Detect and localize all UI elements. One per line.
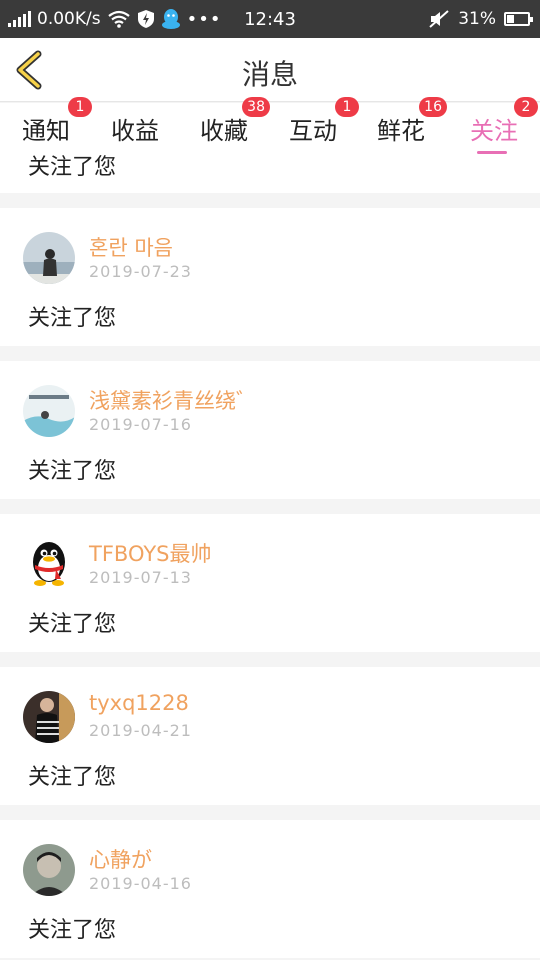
user-name[interactable]: 혼란 마음 [89,232,173,262]
follow-date: 2019-04-21 [89,721,192,740]
avatar[interactable] [23,385,75,437]
user-name[interactable]: 心静が [89,844,152,874]
tab-label: 关注 [470,117,518,145]
tab-earnings[interactable]: 收益 [111,111,159,146]
message-text: 关注了您 [28,306,117,331]
tab-follows[interactable]: 关注 2 [470,97,538,146]
follow-date: 2019-07-13 [89,568,192,587]
avatar[interactable] [23,232,75,284]
tab-label: 互动 [289,117,337,145]
user-name[interactable]: TFBOYS最帅 [89,538,211,568]
mute-icon [429,10,449,28]
avatar[interactable] [23,538,75,590]
user-name[interactable]: 浅黛素衫青丝绕゛ [89,385,257,415]
avatar[interactable] [23,691,75,743]
list-item[interactable]: 浅黛素衫青丝绕゛ 2019-07-16 关注了您 [0,361,540,499]
list-item[interactable]: TFBOYS最帅 2019-07-13 关注了您 [0,514,540,652]
tab-bar: 通知 1 收益 收藏 38 互动 1 鲜花 16 关注 2 [0,97,540,155]
follow-date: 2019-07-16 [89,415,192,434]
status-bar: 0.00K/s ••• 12:43 31% [0,0,540,38]
header-bar: 消息 [0,38,540,102]
active-tab-indicator [477,151,507,154]
tab-badge: 1 [335,97,359,117]
user-name[interactable]: tyxq1228 [89,691,189,715]
message-text: 关注了您 [28,612,117,637]
message-text: 关注了您 [28,155,117,180]
tab-flowers[interactable]: 鲜花 16 [377,97,447,146]
follow-date: 2019-07-23 [89,262,192,281]
page-title: 消息 [241,58,298,91]
tab-label: 收藏 [200,117,248,145]
tab-label: 通知 [22,117,70,145]
tab-label: 收益 [111,117,159,145]
tab-badge: 16 [419,97,447,117]
tab-badge: 2 [514,97,538,117]
list-item[interactable]: tyxq1228 2019-04-21 关注了您 [0,667,540,805]
tab-notifications[interactable]: 通知 1 [22,97,92,146]
status-right: 31% [428,0,533,38]
list-item[interactable]: 혼란 마음 2019-07-23 关注了您 [0,208,540,346]
battery-fill [507,15,514,23]
follow-date: 2019-04-16 [89,874,192,893]
tab-badge: 38 [242,97,270,117]
battery-percent: 31% [458,9,496,29]
list-item[interactable]: 心静が 2019-04-16 关注了您 [0,820,540,958]
list-item-partial: 关注了您 [0,155,540,193]
message-text: 关注了您 [28,918,117,943]
tab-favorites[interactable]: 收藏 38 [200,97,270,146]
message-text: 关注了您 [28,459,117,484]
message-text: 关注了您 [28,765,117,790]
tab-badge: 1 [68,97,92,117]
tab-label: 鲜花 [377,117,425,145]
battery-icon [504,12,533,26]
avatar[interactable] [23,844,75,896]
tab-interactions[interactable]: 互动 1 [289,97,359,146]
